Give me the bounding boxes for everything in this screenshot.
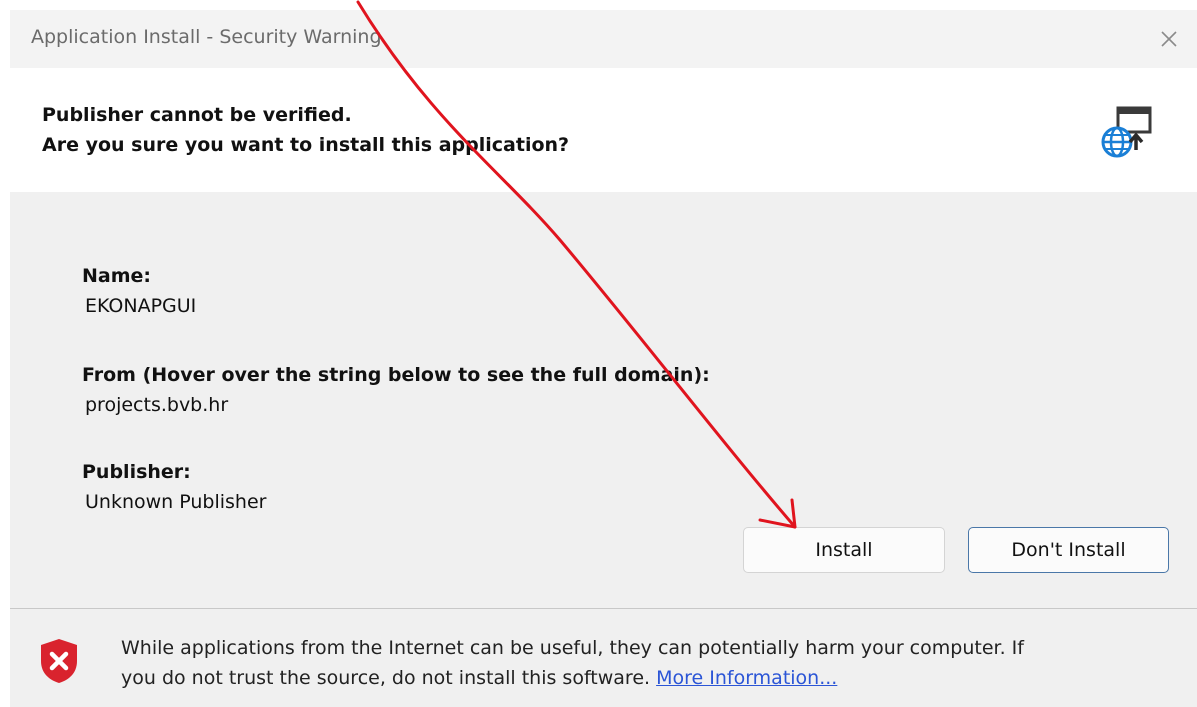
shield-warning-icon <box>41 639 77 683</box>
window-title: Application Install - Security Warning <box>31 26 382 48</box>
from-label: From (Hover over the string below to see… <box>82 364 710 386</box>
from-value[interactable]: projects.bvb.hr <box>85 394 228 416</box>
footer-warning: While applications from the Internet can… <box>10 609 1197 707</box>
publisher-label: Publisher: <box>82 461 191 483</box>
page: Application Install - Security Warning P… <box>0 0 1197 707</box>
dont-install-button[interactable]: Don't Install <box>968 527 1169 573</box>
globe-install-icon <box>1101 106 1152 158</box>
warning-question: Are you sure you want to install this ap… <box>42 134 570 156</box>
name-label: Name: <box>82 265 152 287</box>
more-information-link[interactable]: More Information... <box>656 667 837 689</box>
title-bar: Application Install - Security Warning <box>10 10 1197 68</box>
close-icon <box>1161 31 1177 47</box>
warning-text-line1: While applications from the Internet can… <box>121 637 1024 659</box>
name-value: EKONAPGUI <box>85 295 197 317</box>
publisher-value: Unknown Publisher <box>85 491 267 513</box>
security-warning-dialog: Application Install - Security Warning P… <box>10 10 1197 707</box>
install-button[interactable]: Install <box>743 527 945 573</box>
header-area: Publisher cannot be verified. Are you su… <box>10 68 1197 192</box>
warning-text-prefix: you do not trust the source, do not inst… <box>121 667 657 689</box>
close-button[interactable] <box>1141 10 1197 68</box>
warning-text-line2: you do not trust the source, do not inst… <box>121 667 837 689</box>
warning-heading: Publisher cannot be verified. <box>42 104 352 126</box>
